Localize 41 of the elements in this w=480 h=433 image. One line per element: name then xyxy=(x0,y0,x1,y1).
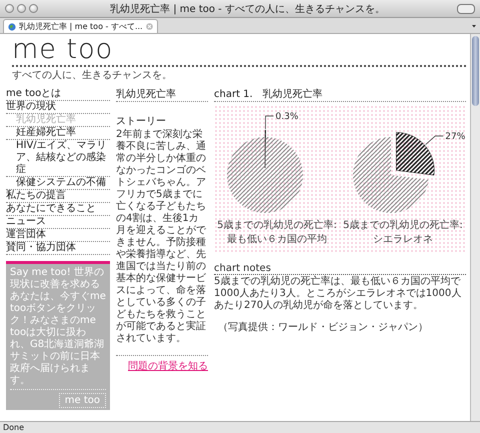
scrollbar[interactable] xyxy=(470,34,480,421)
window-close-button[interactable] xyxy=(5,4,14,13)
nav-link[interactable]: HIV/エイズ、マラリア、結核などの感染症 xyxy=(6,140,110,177)
chart-title: chart 1. 乳幼児死亡率 xyxy=(214,88,466,102)
window-minimize-button[interactable] xyxy=(17,4,26,13)
nav-link[interactable]: 賛同・協力団体 xyxy=(6,242,110,255)
window-zoom-button[interactable] xyxy=(29,4,38,13)
browser-tab[interactable]: 乳幼児死亡率 | me too - すべて... xyxy=(3,19,158,33)
leader-line xyxy=(265,116,274,130)
notes-heading: chart notes xyxy=(214,263,466,275)
caret-icon[interactable] xyxy=(471,23,477,29)
nav-link[interactable]: 保健システムの不備 xyxy=(6,177,110,190)
nav-link[interactable]: 私たちの提言 xyxy=(6,190,110,203)
section-heading: 乳幼児死亡率 xyxy=(116,88,208,102)
nav-link[interactable]: 妊産婦死亡率 xyxy=(6,127,110,140)
chart-caption: 最も低い６カ国の平均 xyxy=(227,233,327,247)
nav-link[interactable]: ニュース xyxy=(6,216,110,229)
tagline: すべての人に、生きるチャンスを。 xyxy=(11,68,173,82)
chart-notes: 5歳までの乳幼児の死亡率は、最も低い６カ国の平均で1000人あたり3人。ところがシエラレオネでは1000人あたり270人の乳幼児が命を落としています。 xyxy=(214,276,462,312)
value-label: 27% xyxy=(445,132,465,142)
promo-text: Say me too! 世界の現状に改善を求めるあなたは、今すぐme tooボタンをクリック！みなさまのme tooは大切に扱われ、G8北海道洞爺湖サミットの前に日本政府へ届けられます。 xyxy=(10,267,106,390)
tab-title: 乳幼児死亡率 | me too - すべて... xyxy=(19,21,143,32)
status-text: Done xyxy=(0,421,480,433)
toolbar-toggle-button[interactable] xyxy=(457,4,475,14)
leader-line xyxy=(425,136,444,145)
site-logo[interactable]: me too xyxy=(6,36,466,64)
nav-link[interactable]: あなたにできること xyxy=(6,203,110,216)
chart-caption: 5歳までの乳幼児の死亡率: xyxy=(217,219,337,233)
story-text: 2年前まで深刻な栄養不良に苦しみ、通常の半分しか体重のなかったコンゴのベトシェバちゃん。アフリカで5歳までに亡くなる子どもたちの4割は、生後1カ月を迎えることができません。予防接種や栄養指導など、先進国では当たり前の基本的な保健サービスによって、命を落としている多くの子どもたちを救うことが可能であると実証されています。 xyxy=(116,129,208,356)
value-label: 0.3% xyxy=(276,112,298,122)
story-title: ストーリー xyxy=(116,115,167,128)
chart-caption: 5歳までの乳幼児の死亡率: xyxy=(343,219,463,233)
close-icon[interactable] xyxy=(146,23,153,30)
window-title: 乳幼児死亡率 | me too - すべての人に、生きるチャンスを。 xyxy=(109,2,386,16)
nav-link[interactable]: 運営団体 xyxy=(6,229,110,242)
chart-caption: シエラレオネ xyxy=(373,233,433,247)
background-link[interactable]: 問題の背景を知る xyxy=(128,359,208,373)
nav-link[interactable]: 世界の現状 xyxy=(6,101,110,114)
photo-credit: （写真提供：ワールド・ビジョン・ジャパン） xyxy=(218,320,429,334)
nav-link[interactable]: me tooとは xyxy=(6,88,110,101)
globe-icon xyxy=(8,22,16,30)
